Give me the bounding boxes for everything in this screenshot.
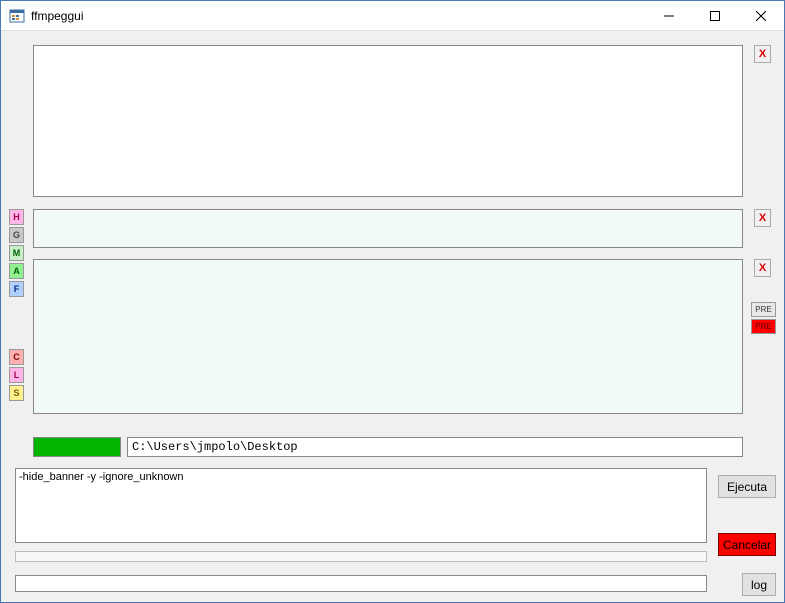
execute-button[interactable]: Ejecuta xyxy=(718,475,776,498)
progress-indicator xyxy=(33,437,121,457)
app-icon xyxy=(9,8,25,24)
pre-button-active[interactable]: PRE xyxy=(751,319,776,334)
close-button[interactable] xyxy=(738,1,784,31)
log-button[interactable]: log xyxy=(742,573,776,596)
options-panel-1[interactable] xyxy=(33,209,743,248)
arguments-input[interactable] xyxy=(15,468,707,543)
titlebar: ffmpeggui xyxy=(1,1,784,31)
window-title: ffmpeggui xyxy=(31,9,83,23)
options-panel-2[interactable] xyxy=(33,259,743,414)
side-f-button[interactable]: F xyxy=(9,281,24,297)
input-files-panel[interactable] xyxy=(33,45,743,197)
side-c-button[interactable]: C xyxy=(9,349,24,365)
side-m-button[interactable]: M xyxy=(9,245,24,261)
side-toolbar-top: H G M A F xyxy=(9,209,25,299)
minimize-button[interactable] xyxy=(646,1,692,31)
maximize-button[interactable] xyxy=(692,1,738,31)
status-bar xyxy=(15,575,707,592)
pre-button[interactable]: PRE xyxy=(751,302,776,317)
side-toolbar-bottom: C L S xyxy=(9,349,25,403)
cancel-button[interactable]: Cancelar xyxy=(718,533,776,556)
side-h-button[interactable]: H xyxy=(9,209,24,225)
side-a-button[interactable]: A xyxy=(9,263,24,279)
progress-bar xyxy=(15,551,707,562)
side-g-button[interactable]: G xyxy=(9,227,24,243)
clear-input-button[interactable]: X xyxy=(754,45,771,63)
side-s-button[interactable]: S xyxy=(9,385,24,401)
clear-options2-button[interactable]: X xyxy=(754,259,771,277)
client-area: X X X H G M A F C L S PRE PRE Ejecuta Ca… xyxy=(1,31,784,602)
clear-options1-button[interactable]: X xyxy=(754,209,771,227)
output-path-input[interactable] xyxy=(127,437,743,457)
side-l-button[interactable]: L xyxy=(9,367,24,383)
